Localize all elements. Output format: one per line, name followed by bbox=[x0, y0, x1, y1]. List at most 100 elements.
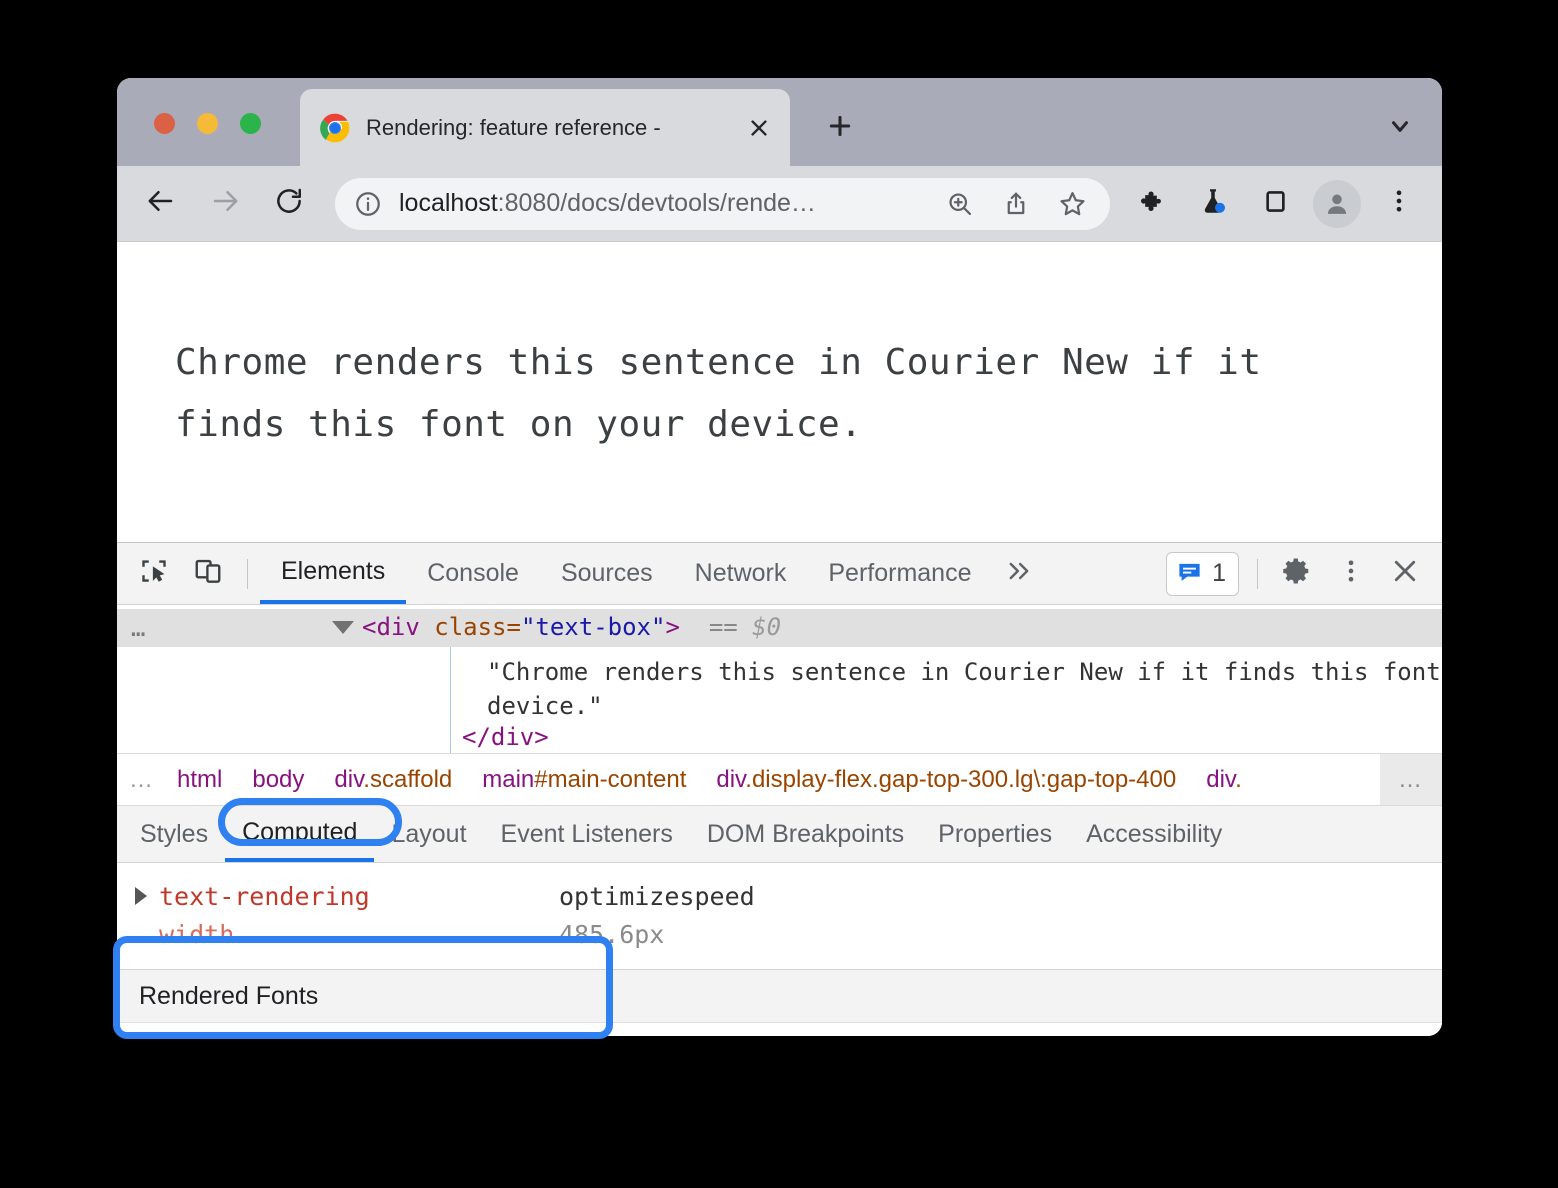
breadcrumb-item-html[interactable]: html bbox=[177, 766, 222, 794]
breadcrumb-item-div-trailing[interactable]: div. bbox=[1206, 766, 1242, 794]
experiments-flask-icon bbox=[1198, 186, 1228, 221]
sidebar-tab-styles[interactable]: Styles bbox=[123, 806, 225, 862]
screenshot-stage: Rendering: feature reference - bbox=[0, 0, 1558, 1188]
inspect-element-button[interactable] bbox=[131, 551, 177, 597]
tab-label: Elements bbox=[281, 557, 385, 586]
devtools-toolbar-right: 1 bbox=[1160, 551, 1432, 597]
navigation-toolbar: localhost:8080/docs/devtools/rende… bbox=[117, 166, 1442, 241]
breadcrumb-tag: body bbox=[252, 766, 304, 793]
dom-indent-guide bbox=[450, 647, 451, 753]
rendered-fonts-header[interactable]: Rendered Fonts bbox=[117, 969, 1442, 1023]
devtools-panel: Elements Console Sources Network Perform… bbox=[117, 542, 1442, 1036]
breadcrumb-overflow-right[interactable]: … bbox=[1380, 754, 1442, 805]
breadcrumb-overflow-left[interactable]: … bbox=[129, 766, 155, 794]
back-button[interactable] bbox=[135, 178, 187, 230]
side-panel-button[interactable] bbox=[1251, 180, 1299, 228]
info-circle-icon[interactable] bbox=[351, 187, 385, 221]
tab-performance[interactable]: Performance bbox=[807, 543, 992, 604]
sidebar-tab-computed[interactable]: Computed bbox=[225, 806, 374, 862]
devtools-toolbar: Elements Console Sources Network Perform… bbox=[117, 543, 1442, 605]
sidebar-tab-layout[interactable]: Layout bbox=[374, 806, 483, 862]
close-window-button[interactable] bbox=[154, 113, 175, 134]
triangle-down-icon[interactable] bbox=[332, 621, 354, 634]
window-traffic-lights bbox=[154, 113, 261, 134]
sidebar-tab-label: Computed bbox=[242, 818, 357, 847]
tab-search-button[interactable] bbox=[1380, 108, 1420, 148]
reload-button[interactable] bbox=[263, 178, 315, 230]
dom-attr-name[interactable]: class= bbox=[434, 613, 521, 641]
address-bar[interactable]: localhost:8080/docs/devtools/rende… bbox=[335, 178, 1110, 230]
tab-network[interactable]: Network bbox=[674, 543, 808, 604]
browser-menu-button[interactable] bbox=[1375, 180, 1423, 228]
gear-icon bbox=[1282, 556, 1312, 591]
breadcrumb-tag: html bbox=[177, 766, 222, 793]
devtools-settings-button[interactable] bbox=[1274, 551, 1320, 597]
triangle-right-icon[interactable] bbox=[135, 887, 147, 905]
profile-avatar-icon bbox=[1313, 180, 1361, 228]
dom-tag-close-bracket: > bbox=[665, 613, 679, 641]
computed-property-name: width bbox=[159, 920, 559, 949]
star-icon[interactable] bbox=[1050, 182, 1094, 226]
rendered-sentence: Chrome renders this sentence in Courier … bbox=[175, 332, 1355, 456]
chrome-logo-icon bbox=[320, 113, 350, 143]
breadcrumb-sub: .scaffold bbox=[363, 766, 452, 793]
extensions-button[interactable] bbox=[1127, 180, 1175, 228]
profile-button[interactable] bbox=[1313, 180, 1361, 228]
breadcrumb-sub: . bbox=[1235, 766, 1242, 793]
dom-tree[interactable]: … <div class= "text-box" > == $0 "Chrome… bbox=[117, 605, 1442, 753]
devtools-close-button[interactable] bbox=[1382, 551, 1428, 597]
sidebar-tab-properties[interactable]: Properties bbox=[921, 806, 1069, 862]
dom-open-tag[interactable]: <div class= "text-box" > == $0 bbox=[332, 613, 781, 641]
sidebar-tab-event-listeners[interactable]: Event Listeners bbox=[484, 806, 690, 862]
device-toolbar-icon bbox=[193, 556, 223, 591]
tab-sources[interactable]: Sources bbox=[540, 543, 674, 604]
issues-count: 1 bbox=[1212, 559, 1226, 588]
experiments-button[interactable] bbox=[1189, 180, 1237, 228]
dom-gutter-ellipsis[interactable]: … bbox=[131, 614, 147, 642]
plus-icon bbox=[827, 113, 853, 144]
sidebar-tab-accessibility[interactable]: Accessibility bbox=[1069, 806, 1239, 862]
breadcrumb-tag: main bbox=[482, 766, 534, 793]
dom-close-tag: </div> bbox=[462, 723, 549, 751]
breadcrumb-item-div-scaffold[interactable]: div.scaffold bbox=[334, 766, 452, 794]
sidebar-tab-label: Properties bbox=[938, 820, 1052, 849]
zoom-in-icon[interactable] bbox=[938, 182, 982, 226]
devtools-more-options-button[interactable] bbox=[1328, 551, 1374, 597]
computed-property-row[interactable]: width 485.6px bbox=[117, 915, 1442, 953]
extensions-puzzle-icon bbox=[1136, 186, 1166, 221]
zoom-window-button[interactable] bbox=[240, 113, 261, 134]
breadcrumb-item-main-content[interactable]: main#main-content bbox=[482, 766, 686, 794]
computed-property-value: 485.6px bbox=[559, 920, 664, 949]
computed-property-row[interactable]: text-rendering optimizespeed bbox=[117, 877, 1442, 915]
issues-message-icon bbox=[1176, 558, 1203, 590]
breadcrumb-item-div-display-flex[interactable]: div.display-flex.gap-top-300.lg\:gap-top… bbox=[716, 766, 1176, 794]
issues-button[interactable]: 1 bbox=[1166, 552, 1239, 596]
toolbar-divider-2 bbox=[1257, 559, 1258, 589]
dom-equals-marker: == bbox=[709, 613, 738, 641]
dom-attr-value[interactable]: "text-box" bbox=[521, 613, 666, 641]
more-vertical-icon bbox=[1385, 187, 1413, 220]
computed-properties-list: text-rendering optimizespeed width 485.6… bbox=[117, 863, 1442, 969]
sidebar-tab-label: Accessibility bbox=[1086, 820, 1222, 849]
dom-text-node[interactable]: "Chrome renders this sentence in Courier… bbox=[487, 655, 1442, 723]
reload-icon bbox=[274, 186, 304, 221]
device-toolbar-button[interactable] bbox=[185, 551, 231, 597]
breadcrumb-sub: #main-content bbox=[534, 766, 686, 793]
more-vertical-icon bbox=[1337, 557, 1365, 590]
inspect-cursor-icon bbox=[139, 556, 169, 591]
tab-console[interactable]: Console bbox=[406, 543, 540, 604]
browser-tab[interactable]: Rendering: feature reference - bbox=[300, 89, 790, 166]
more-panels-button[interactable] bbox=[996, 551, 1042, 597]
tab-label: Performance bbox=[828, 559, 971, 588]
minimize-window-button[interactable] bbox=[197, 113, 218, 134]
sidebar-tab-dom-breakpoints[interactable]: DOM Breakpoints bbox=[690, 806, 921, 862]
share-icon[interactable] bbox=[994, 182, 1038, 226]
close-icon[interactable] bbox=[742, 111, 776, 145]
breadcrumb-item-body[interactable]: body bbox=[252, 766, 304, 794]
forward-button[interactable] bbox=[199, 178, 251, 230]
tab-elements[interactable]: Elements bbox=[260, 543, 406, 604]
url-path: :8080/docs/devtools/rende… bbox=[498, 189, 816, 217]
new-tab-button[interactable] bbox=[817, 105, 863, 151]
toolbar-divider bbox=[247, 559, 248, 589]
arrow-left-icon bbox=[146, 186, 176, 221]
